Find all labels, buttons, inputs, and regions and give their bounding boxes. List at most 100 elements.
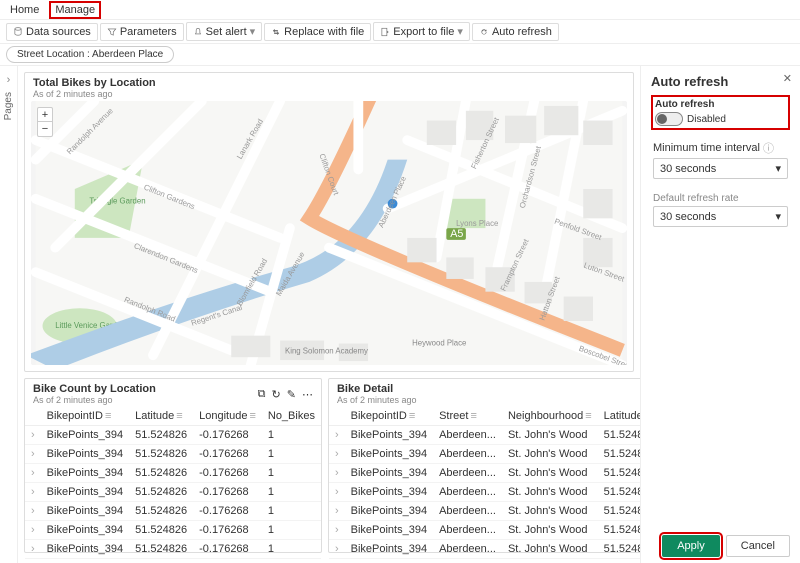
col2-street[interactable]: Street≡ <box>433 407 502 426</box>
expand-icon[interactable]: › <box>25 483 41 502</box>
col2-bikepointid[interactable]: BikepointID≡ <box>345 407 433 426</box>
col-latitude[interactable]: Latitude≡ <box>129 407 193 426</box>
table-row[interactable]: ›BikePoints_394Aberdeen...St. John's Woo… <box>329 540 640 559</box>
col-bikepointid[interactable]: BikepointID≡ <box>41 407 129 426</box>
cell: 1 <box>262 445 321 464</box>
auto-refresh-toggle-group: Auto refresh Disabled <box>651 95 790 130</box>
more-icon[interactable]: ⋯ <box>302 388 313 401</box>
expand-icon[interactable]: › <box>25 464 41 483</box>
table-row[interactable]: ›BikePoints_39451.524826-0.1762681 <box>25 521 321 540</box>
export-file-button[interactable]: Export to file▾ <box>373 22 470 41</box>
cell: 1 <box>262 483 321 502</box>
menu-manage[interactable]: Manage <box>49 1 101 19</box>
toggle-switch[interactable] <box>655 112 683 126</box>
cell: BikePoints_394 <box>41 540 129 559</box>
expand-icon[interactable]: › <box>329 483 345 502</box>
cell: -0.176268 <box>193 426 262 445</box>
min-interval-label: Minimum time interval <box>653 142 760 154</box>
table-row[interactable]: ›BikePoints_39451.524826-0.1762681 <box>25 464 321 483</box>
filter-chip[interactable]: Street Location : Aberdeen Place <box>6 46 174 63</box>
table-row[interactable]: ›BikePoints_394Aberdeen...St. John's Woo… <box>329 502 640 521</box>
zoom-out-button[interactable]: − <box>38 122 52 136</box>
chevron-down-icon: ▾ <box>457 25 463 38</box>
info-icon[interactable]: ⓘ <box>763 140 774 156</box>
col2-latitude[interactable]: Latitude≡ <box>598 407 640 426</box>
auto-refresh-panel: ✕ Auto refresh Auto refresh Disabled Min… <box>640 66 800 563</box>
table-row[interactable]: ›BikePoints_39451.524826-0.1762681 <box>25 540 321 559</box>
table-row[interactable]: ›BikePoints_394Aberdeen...St. John's Woo… <box>329 464 640 483</box>
cell: 1 <box>262 464 321 483</box>
default-rate-select[interactable]: 30 seconds ▾ <box>653 206 788 227</box>
expand-icon[interactable]: › <box>25 540 41 559</box>
map-title: Total Bikes by Location <box>25 73 633 89</box>
footer: Apply Cancel <box>662 535 790 557</box>
cell: BikePoints_394 <box>345 483 433 502</box>
table-row[interactable]: ›BikePoints_39451.524826-0.1762681 <box>25 445 321 464</box>
cell: 51.524826 <box>129 483 193 502</box>
table-row[interactable]: ›BikePoints_394Aberdeen...St. John's Woo… <box>329 483 640 502</box>
expand-icon[interactable]: › <box>329 464 345 483</box>
table2-sub: As of 2 minutes ago <box>337 395 417 405</box>
close-icon[interactable]: ✕ <box>783 72 792 85</box>
col-nobikes[interactable]: No_Bikes <box>262 407 321 426</box>
apply-button[interactable]: Apply <box>662 535 720 557</box>
replace-file-button[interactable]: Replace with file <box>264 23 371 41</box>
chevron-down-icon: ▾ <box>775 162 781 175</box>
table1: BikepointID≡ Latitude≡ Longitude≡ No_Bik… <box>25 407 321 559</box>
set-alert-label: Set alert <box>206 26 247 38</box>
cell: 1 <box>262 521 321 540</box>
table2: BikepointID≡ Street≡ Neighbourhood≡ Lati… <box>329 407 640 559</box>
chevron-down-icon: ▾ <box>775 210 781 223</box>
bike-count-panel: Bike Count by Location As of 2 minutes a… <box>24 378 322 553</box>
chevron-right-icon[interactable]: › <box>7 74 11 86</box>
expand-icon[interactable]: › <box>329 521 345 540</box>
copy-icon[interactable]: ⧉ <box>258 388 266 401</box>
chevron-down-icon: ▾ <box>250 25 256 38</box>
cell: Aberdeen... <box>433 464 502 483</box>
col2-neighbourhood[interactable]: Neighbourhood≡ <box>502 407 598 426</box>
cell: -0.176268 <box>193 521 262 540</box>
cancel-button[interactable]: Cancel <box>726 535 790 557</box>
parameters-button[interactable]: Parameters <box>100 23 184 41</box>
refresh-icon[interactable]: ↻ <box>272 388 281 401</box>
cell: BikePoints_394 <box>41 464 129 483</box>
auto-refresh-button[interactable]: Auto refresh <box>472 23 559 41</box>
cell: 51.524826 <box>598 464 640 483</box>
expand-icon[interactable]: › <box>25 426 41 445</box>
expand-icon[interactable]: › <box>329 540 345 559</box>
zoom-control: + − <box>37 107 53 137</box>
edit-icon[interactable]: ✎ <box>287 388 296 401</box>
table-row[interactable]: ›BikePoints_394Aberdeen...St. John's Woo… <box>329 426 640 445</box>
expand-icon[interactable]: › <box>329 445 345 464</box>
cell: BikePoints_394 <box>345 502 433 521</box>
col-longitude[interactable]: Longitude≡ <box>193 407 262 426</box>
cell: St. John's Wood <box>502 464 598 483</box>
expand-icon[interactable]: › <box>329 426 345 445</box>
table-row[interactable]: ›BikePoints_39451.524826-0.1762681 <box>25 483 321 502</box>
expand-icon[interactable]: › <box>25 521 41 540</box>
table-row[interactable]: ›BikePoints_39451.524826-0.1762681 <box>25 426 321 445</box>
data-sources-button[interactable]: Data sources <box>6 23 98 41</box>
expand-icon[interactable]: › <box>329 502 345 521</box>
cell: 51.524826 <box>129 464 193 483</box>
table-row[interactable]: ›BikePoints_39451.524826-0.1762681 <box>25 502 321 521</box>
cell: BikePoints_394 <box>345 521 433 540</box>
default-rate-group: Default refresh rate 30 seconds ▾ <box>651 189 790 231</box>
toggle-label: Auto refresh <box>655 99 786 110</box>
table-row[interactable]: ›BikePoints_394Aberdeen...St. John's Woo… <box>329 445 640 464</box>
menu-home[interactable]: Home <box>6 3 43 17</box>
expand-icon[interactable]: › <box>25 445 41 464</box>
database-icon <box>13 27 23 37</box>
set-alert-button[interactable]: Set alert▾ <box>186 22 263 41</box>
map-canvas[interactable]: + − Triangle Garden Little Venice Garden… <box>31 101 627 365</box>
min-interval-select[interactable]: 30 seconds ▾ <box>653 158 788 179</box>
table-row[interactable]: ›BikePoints_394Aberdeen...St. John's Woo… <box>329 521 640 540</box>
default-rate-label: Default refresh rate <box>653 193 788 204</box>
table1-title: Bike Count by Location <box>33 383 156 395</box>
cell: St. John's Wood <box>502 502 598 521</box>
toolbar: Data sources Parameters Set alert▾ Repla… <box>0 20 800 44</box>
zoom-in-button[interactable]: + <box>38 108 52 122</box>
expand-icon[interactable]: › <box>25 502 41 521</box>
cell: Aberdeen... <box>433 521 502 540</box>
pages-label: Pages <box>3 92 14 120</box>
